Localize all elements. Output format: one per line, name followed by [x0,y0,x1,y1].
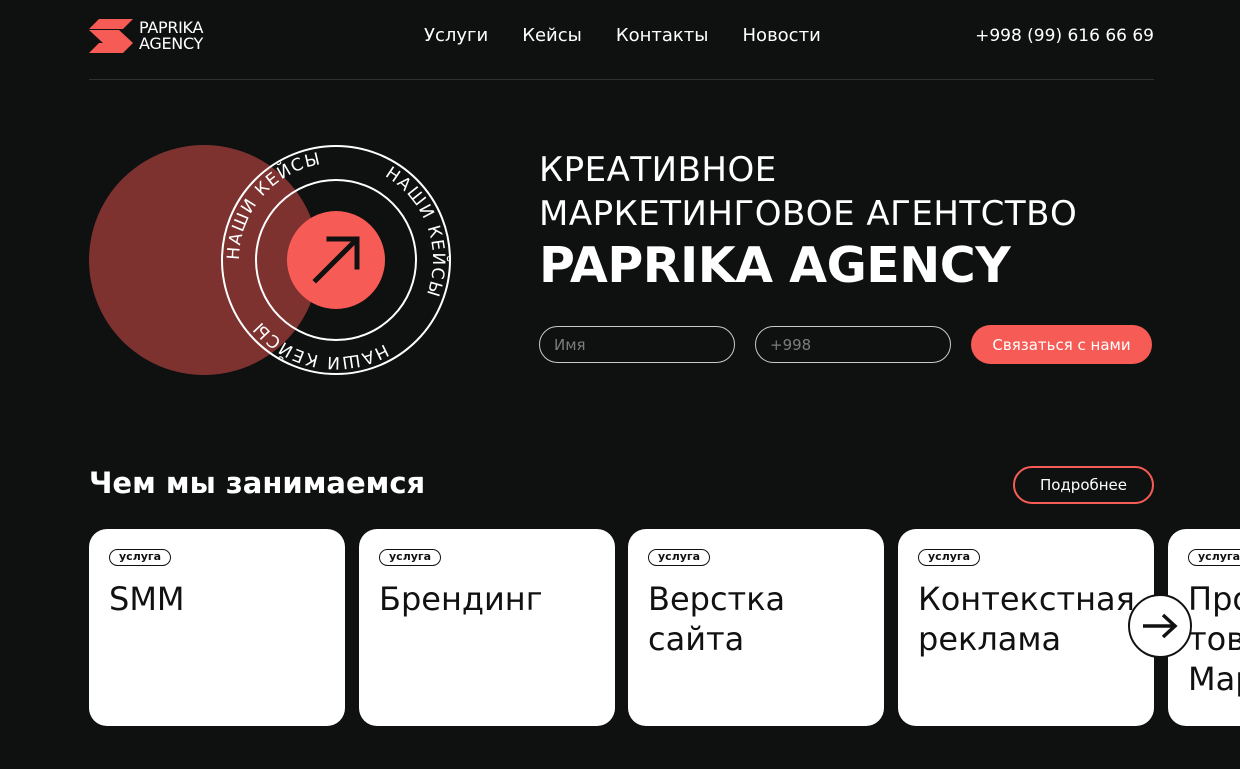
site-header: PAPRIKA AGENCY Услуги Кейсы Контакты Нов… [89,0,1154,80]
ring-text-3: НАШИ КЕЙСЫ [249,317,390,372]
nav-contacts[interactable]: Контакты [616,25,709,46]
ring-text-2: НАШИ КЕЙСЫ [382,163,449,300]
hero-title-line2: МАРКЕТИНГОВОЕ АГЕНТСТВО [539,194,1078,234]
service-title: Продвижение товаров на Маркетплейсах [1188,579,1240,699]
service-title: Верстка сайта [648,579,785,659]
more-button[interactable]: Подробнее [1013,466,1154,504]
service-badge: услуга [1188,549,1240,566]
service-card-smm[interactable]: услуга SMM [89,529,345,726]
service-badge: услуга [918,549,981,566]
service-title-line2: реклама [918,620,1062,658]
logo-line2: AGENCY [139,34,204,53]
service-title-line1: Контекстная [918,580,1135,618]
ring-text-group-3: НАШИ КЕЙСЫ [249,317,392,372]
ring-text-group-2: НАШИ КЕЙСЫ [382,163,450,300]
service-title-line2: сайта [648,620,745,658]
nav-services[interactable]: Услуги [424,25,488,46]
contact-form: Связаться с нами [539,325,1152,364]
service-title-line1: Продвижение [1188,580,1240,618]
service-badge: услуга [379,549,442,566]
paprika-logo-icon [89,19,133,53]
nav-news[interactable]: Новости [743,25,821,46]
header-phone[interactable]: +998 (99) 616 66 69 [975,26,1154,46]
service-card-context[interactable]: услуга Контекстная реклама [898,529,1154,726]
service-title-line1: Верстка [648,580,786,618]
service-title-line2: товаров на [1188,620,1240,658]
service-title: Брендинг [379,579,543,619]
service-title: SMM [109,579,185,619]
services-carousel: услуга SMM услуга Брендинг услуга Верстк… [89,529,1240,727]
nav-cases[interactable]: Кейсы [522,25,582,46]
hero-graphic: НАШИ КЕЙСЫ НАШИ КЕЙСЫ НАШИ КЕЙСЫ [89,145,454,380]
service-card-branding[interactable]: услуга Брендинг [359,529,615,726]
phone-input[interactable] [755,326,951,363]
name-input[interactable] [539,326,735,363]
service-title: Контекстная реклама [918,579,1135,659]
logo-text: PAPRIKA AGENCY [139,20,203,52]
contact-button[interactable]: Связаться с нами [971,325,1152,364]
hero-title-line1: КРЕАТИВНОЕ [539,150,777,190]
service-title-line1: Брендинг [379,580,543,618]
hero-brand: PAPRIKA AGENCY [539,237,1011,294]
service-badge: услуга [648,549,711,566]
service-title-line3: Маркетплейсах [1188,660,1240,698]
logo[interactable]: PAPRIKA AGENCY [89,19,203,53]
carousel-next-button[interactable] [1128,594,1192,658]
hero-text: КРЕАТИВНОЕ МАРКЕТИНГОВОЕ АГЕНТСТВО PAPRI… [539,148,1077,296]
service-badge: услуга [109,549,172,566]
service-card-web[interactable]: услуга Верстка сайта [628,529,884,726]
arrow-right-icon [1143,613,1178,639]
cases-badge[interactable]: НАШИ КЕЙСЫ НАШИ КЕЙСЫ НАШИ КЕЙСЫ [89,145,454,380]
services-title: Чем мы занимаемся [89,466,426,500]
service-title-line1: SMM [109,580,185,618]
main-nav: Услуги Кейсы Контакты Новости [424,25,855,46]
